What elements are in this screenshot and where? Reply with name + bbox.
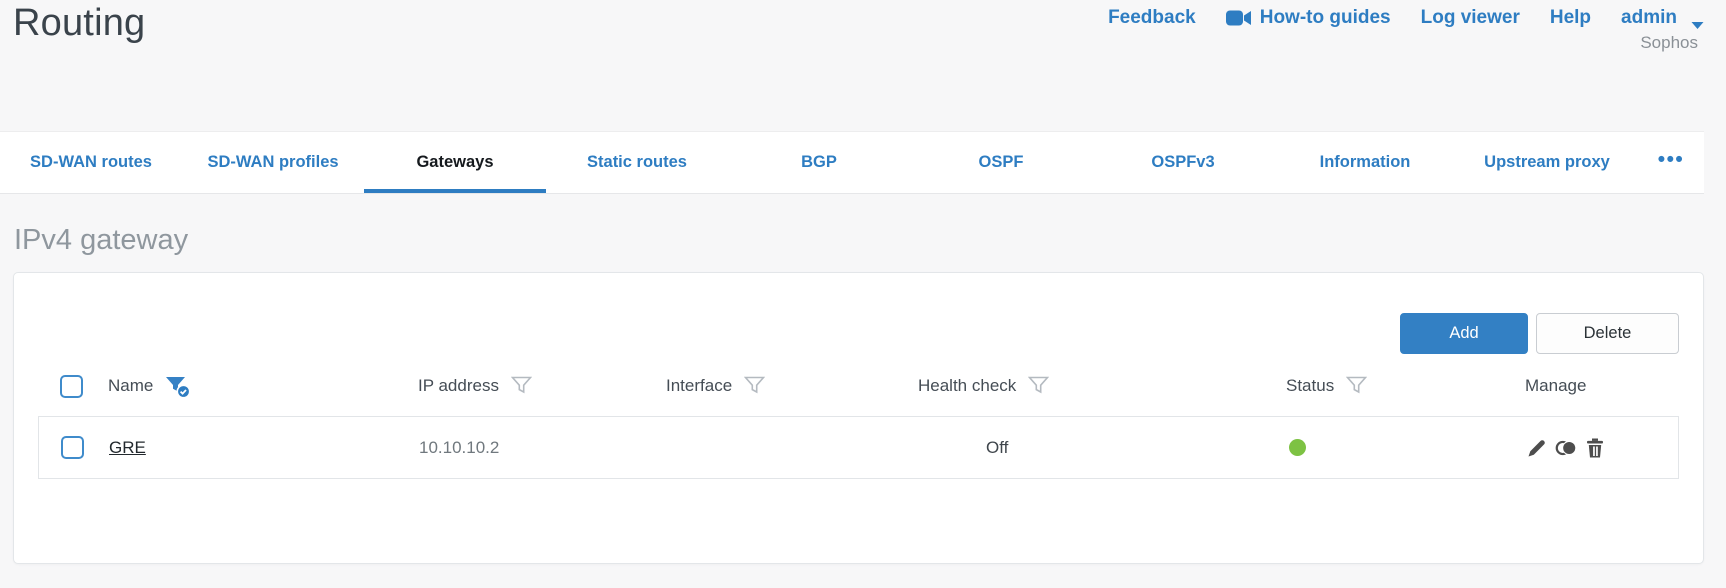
interface-filter-icon[interactable] <box>743 376 766 396</box>
howto-guides-link[interactable]: How-to guides <box>1225 7 1391 29</box>
clone-icon[interactable] <box>1555 437 1577 459</box>
gateway-name-link[interactable]: GRE <box>109 438 146 457</box>
toolbar: Add Delete <box>38 313 1679 354</box>
chevron-down-icon <box>1691 14 1704 29</box>
add-button[interactable]: Add <box>1400 313 1528 354</box>
manage-cell <box>1526 437 1678 459</box>
tab-ospfv3[interactable]: OSPFv3 <box>1092 132 1274 193</box>
tab-information[interactable]: Information <box>1274 132 1456 193</box>
tabs-overflow-button[interactable]: ••• <box>1638 132 1704 193</box>
table-row: GRE 10.10.10.2 Off <box>38 416 1679 479</box>
gateway-card: Add Delete Name IP address Interface Hea… <box>13 272 1704 564</box>
column-header-health: Health check <box>918 376 1017 395</box>
tab-upstream-proxy[interactable]: Upstream proxy <box>1456 132 1638 193</box>
tab-ospf[interactable]: OSPF <box>910 132 1092 193</box>
log-viewer-link[interactable]: Log viewer <box>1421 7 1520 29</box>
feedback-link[interactable]: Feedback <box>1108 7 1196 29</box>
gateway-table: Name IP address Interface Health check S… <box>38 356 1679 479</box>
table-header-row: Name IP address Interface Health check S… <box>38 356 1679 416</box>
tab-bar: SD-WAN routes SD-WAN profiles Gateways S… <box>0 131 1704 194</box>
row-checkbox[interactable] <box>61 436 84 459</box>
tab-bgp[interactable]: BGP <box>728 132 910 193</box>
trash-icon[interactable] <box>1584 437 1606 459</box>
tab-static-routes[interactable]: Static routes <box>546 132 728 193</box>
brand-label: Sophos <box>1640 33 1698 52</box>
status-dot-green <box>1289 439 1306 456</box>
delete-button[interactable]: Delete <box>1536 313 1679 354</box>
user-name: admin <box>1621 7 1677 28</box>
status-filter-icon[interactable] <box>1345 376 1368 396</box>
health-filter-icon[interactable] <box>1028 376 1050 396</box>
page-title: Routing <box>13 2 146 44</box>
column-header-status: Status <box>1286 376 1335 395</box>
gateway-ip: 10.10.10.2 <box>419 437 500 457</box>
gateway-health-check: Off <box>986 437 1009 457</box>
select-all-checkbox[interactable] <box>60 374 83 398</box>
main-content: IPv4 gateway Add Delete Name IP address … <box>0 224 1726 564</box>
section-title: IPv4 gateway <box>14 224 189 256</box>
top-nav: Feedback How-to guides Log viewer Help a… <box>1108 7 1704 29</box>
tab-gateways[interactable]: Gateways <box>364 132 546 193</box>
edit-pencil-icon[interactable] <box>1526 437 1548 459</box>
video-camera-icon <box>1225 9 1252 27</box>
tab-sdwan-routes[interactable]: SD-WAN routes <box>0 132 182 193</box>
column-header-interface: Interface <box>666 376 733 395</box>
name-filter-active-icon[interactable] <box>165 376 192 399</box>
column-header-manage: Manage <box>1525 376 1587 395</box>
user-menu[interactable]: admin <box>1621 7 1704 29</box>
column-header-name: Name <box>108 376 154 395</box>
column-header-ip: IP address <box>418 376 499 395</box>
tab-sdwan-profiles[interactable]: SD-WAN profiles <box>182 132 364 193</box>
ip-filter-icon[interactable] <box>510 376 533 396</box>
page-header: Routing Feedback How-to guides Log viewe… <box>0 0 1726 131</box>
help-link[interactable]: Help <box>1550 7 1591 29</box>
